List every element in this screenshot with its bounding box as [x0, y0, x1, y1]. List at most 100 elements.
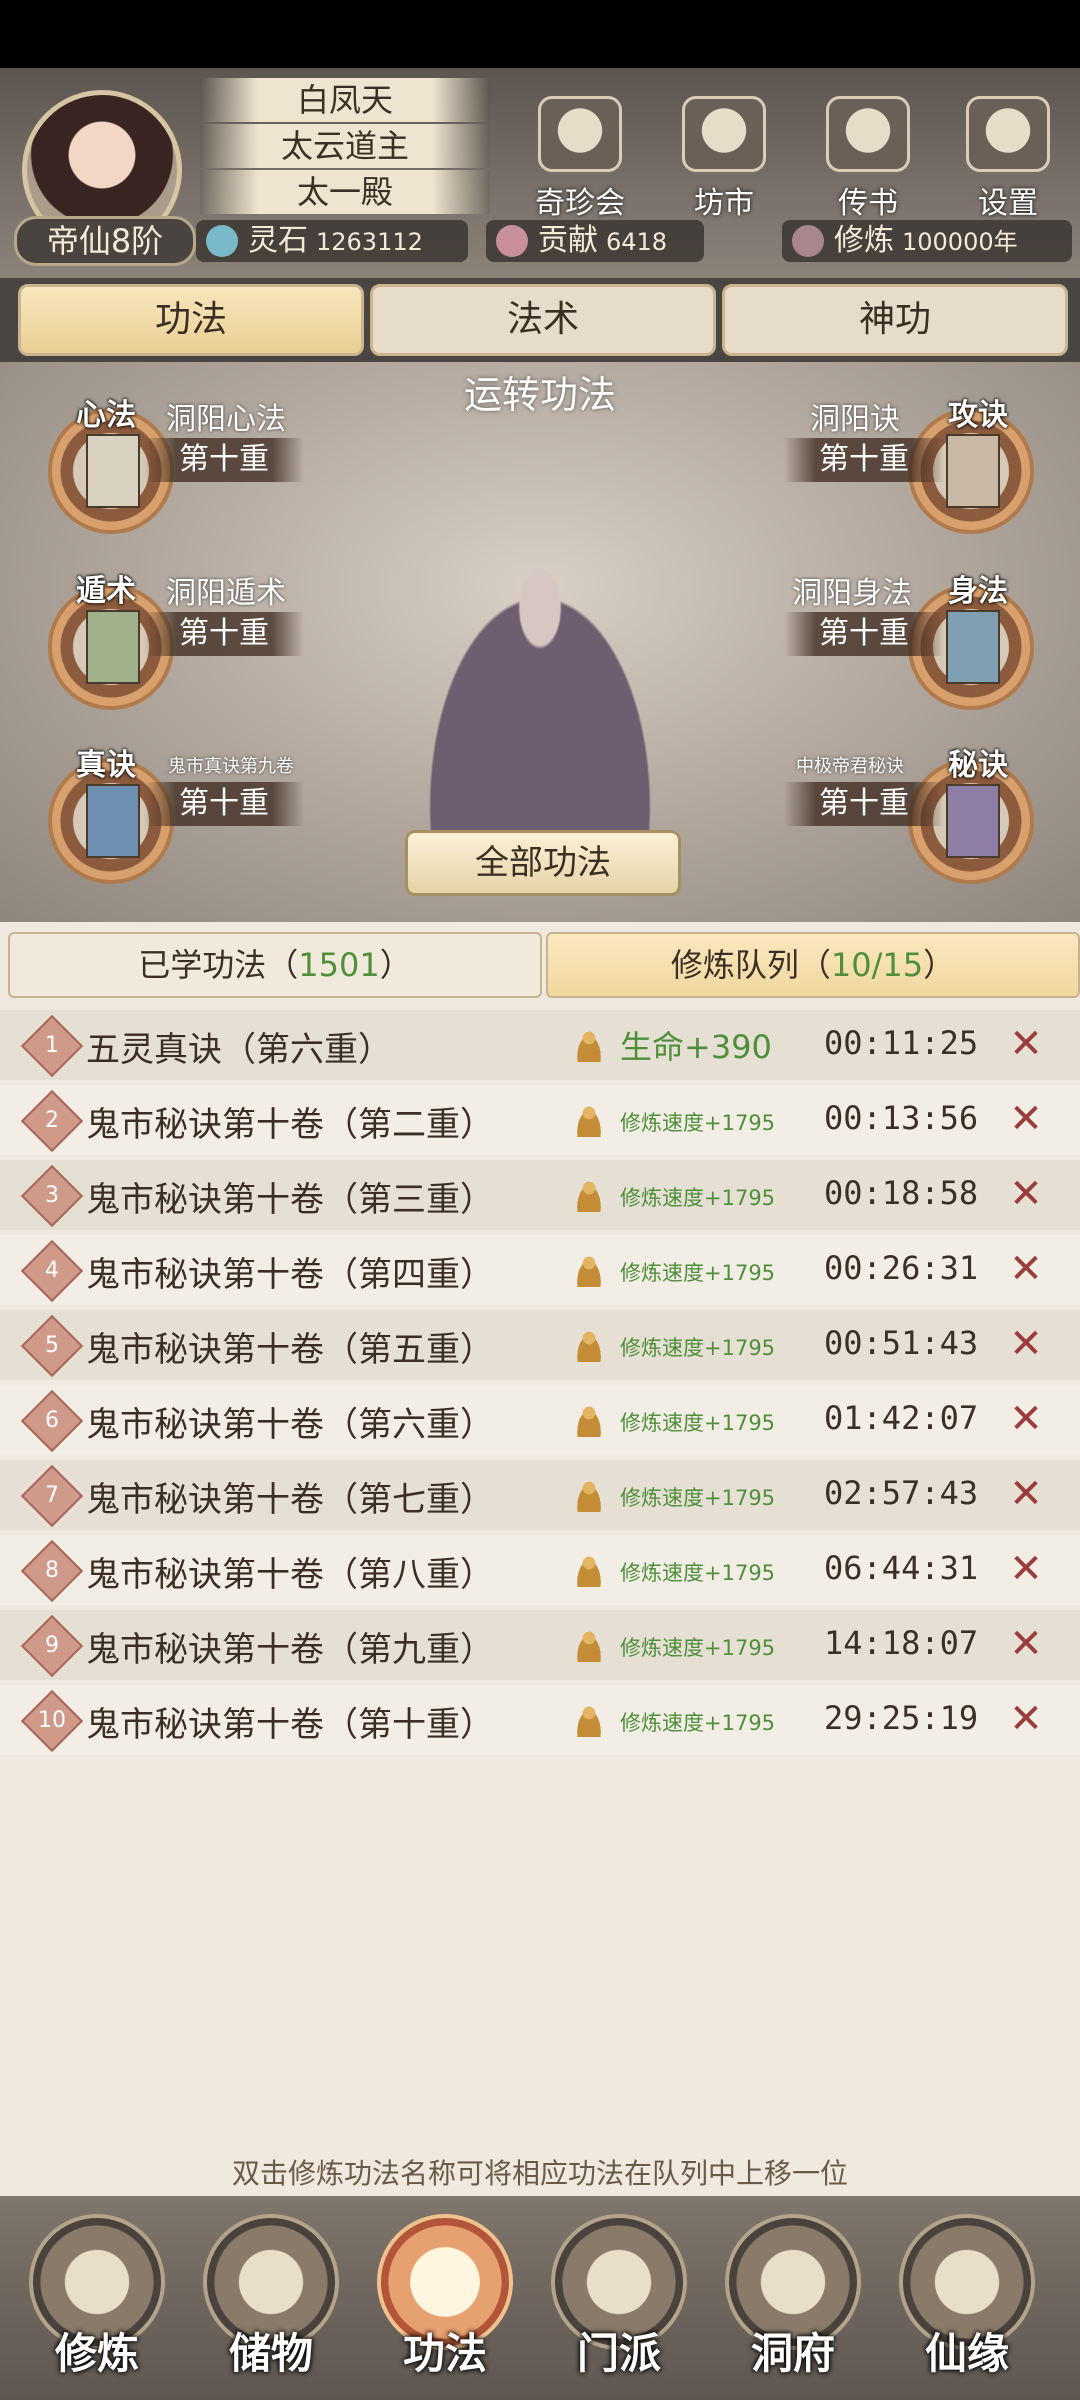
market-button[interactable]: 坊市 [664, 96, 784, 226]
resource-label: 修炼 [834, 223, 894, 258]
menu-label: 设置 [978, 186, 1038, 221]
queue-technique-name[interactable]: 鬼市秘诀第十卷（第二重） [86, 1097, 494, 1146]
resource-value: 100000年 [902, 228, 1018, 256]
queue-number-badge: 8 [20, 1539, 84, 1603]
queue-row[interactable]: 8 鬼市秘诀第十卷（第八重） 修炼速度+1795 06:44:31 ✕ [0, 1535, 1080, 1605]
queue-number: 5 [45, 1333, 59, 1358]
queue-row[interactable]: 1 五灵真诀（第六重） 生命+390 00:11:25 ✕ [0, 1010, 1080, 1080]
remove-from-queue-icon[interactable]: ✕ [1006, 1322, 1046, 1366]
market-icon [682, 96, 766, 172]
queue-technique-name[interactable]: 鬼市秘诀第十卷（第五重） [86, 1322, 494, 1371]
queue-number: 2 [45, 1108, 59, 1133]
queue-technique-name[interactable]: 鬼市秘诀第十卷（第九重） [86, 1622, 494, 1671]
learned-label: 已学功法 [138, 946, 267, 984]
queue-technique-name[interactable]: 鬼市秘诀第十卷（第十重） [86, 1697, 494, 1746]
tab-cultivation-queue[interactable]: 修炼队列（10/15） [546, 932, 1080, 998]
nav-label: 储物 [228, 2329, 313, 2378]
contribution-counter[interactable]: 贡献 6418 [486, 220, 704, 262]
queue-row[interactable]: 9 鬼市秘诀第十卷（第九重） 修炼速度+1795 14:18:07 ✕ [0, 1610, 1080, 1680]
queue-row[interactable]: 5 鬼市秘诀第十卷（第五重） 修炼速度+1795 00:51:43 ✕ [0, 1310, 1080, 1380]
nav-label: 修炼 [54, 2329, 139, 2378]
queue-number-badge: 9 [20, 1614, 84, 1678]
tab-divine-art[interactable]: 神功 [722, 284, 1068, 356]
queue-bonus: 修炼速度+1795 [620, 1336, 776, 1360]
queue-technique-name[interactable]: 鬼市秘诀第十卷（第八重） [86, 1547, 494, 1596]
all-techniques-button[interactable]: 全部功法 [405, 830, 681, 896]
nav-label: 洞府 [750, 2329, 835, 2378]
queue-bonus: 修炼速度+1795 [620, 1711, 776, 1735]
book-icon [86, 784, 140, 858]
queue-bonus: 修炼速度+1795 [620, 1111, 776, 1135]
treasure-pavilion-button[interactable]: 奇珍会 [520, 96, 640, 226]
queue-row[interactable]: 10 鬼市秘诀第十卷（第十重） 修炼速度+1795 29:25:19 ✕ [0, 1685, 1080, 1755]
queue-number: 1 [45, 1033, 59, 1058]
queue-technique-name[interactable]: 鬼市秘诀第十卷（第三重） [86, 1172, 494, 1221]
letter-button[interactable]: 传书 [808, 96, 928, 226]
treasure-pavilion-icon [538, 96, 622, 172]
skill-level: 第十重 [784, 438, 944, 482]
menu-label: 奇珍会 [535, 186, 625, 221]
spirit-stone-counter[interactable]: 灵石 1263112 [196, 220, 468, 262]
nav-storage[interactable]: 储物 [196, 2214, 346, 2394]
nav-cave-abode[interactable]: 洞府 [718, 2214, 868, 2394]
remove-from-queue-icon[interactable]: ✕ [1006, 1247, 1046, 1291]
queue-number-badge: 4 [20, 1239, 84, 1303]
remove-from-queue-icon[interactable]: ✕ [1006, 1472, 1046, 1516]
queue-technique-name[interactable]: 鬼市秘诀第十卷（第六重） [86, 1397, 494, 1446]
skill-level: 第十重 [144, 612, 304, 656]
queue-row[interactable]: 7 鬼市秘诀第十卷（第七重） 修炼速度+1795 02:57:43 ✕ [0, 1460, 1080, 1530]
meditation-icon [574, 1405, 604, 1437]
resource-value: 1263112 [316, 228, 423, 256]
skill-name: 洞阳身法 [792, 576, 912, 611]
queue-number: 3 [45, 1183, 59, 1208]
player-header: 帝仙8阶 白凤天 太云道主 太一殿 奇珍会 坊市 传书 设置 灵石 1263112… [0, 68, 1080, 278]
remove-from-queue-icon[interactable]: ✕ [1006, 1022, 1046, 1066]
nav-immortal-fate[interactable]: 仙缘 [892, 2214, 1042, 2394]
skill-name: 中极帝君秘诀 [796, 756, 904, 777]
queue-number: 10 [38, 1708, 66, 1733]
remove-from-queue-icon[interactable]: ✕ [1006, 1097, 1046, 1141]
queue-row[interactable]: 6 鬼市秘诀第十卷（第六重） 修炼速度+1795 01:42:07 ✕ [0, 1385, 1080, 1455]
queue-row[interactable]: 4 鬼市秘诀第十卷（第四重） 修炼速度+1795 00:26:31 ✕ [0, 1235, 1080, 1305]
tab-learned-techniques[interactable]: 已学功法（1501） [8, 932, 542, 998]
queue-number: 9 [45, 1633, 59, 1658]
remove-from-queue-icon[interactable]: ✕ [1006, 1697, 1046, 1741]
avatar-frame[interactable]: 帝仙8阶 [8, 86, 196, 266]
queue-technique-name[interactable]: 鬼市秘诀第十卷（第四重） [86, 1247, 494, 1296]
queue-timer: 29:25:19 [824, 1699, 979, 1737]
queue-number: 4 [45, 1258, 59, 1283]
book-icon [946, 434, 1000, 508]
resource-value: 6418 [606, 228, 668, 256]
panel-title: 运转功法 [463, 373, 616, 417]
contribution-icon [496, 225, 528, 257]
remove-from-queue-icon[interactable]: ✕ [1006, 1547, 1046, 1591]
remove-from-queue-icon[interactable]: ✕ [1006, 1397, 1046, 1441]
settings-button[interactable]: 设置 [948, 96, 1068, 226]
meditation-icon [574, 1705, 604, 1737]
queue-timer: 00:51:43 [824, 1324, 979, 1362]
queue-row[interactable]: 2 鬼市秘诀第十卷（第二重） 修炼速度+1795 00:13:56 ✕ [0, 1085, 1080, 1155]
meditation-icon [574, 1630, 604, 1662]
cultivation-counter[interactable]: 修炼 100000年 [782, 220, 1072, 262]
remove-from-queue-icon[interactable]: ✕ [1006, 1172, 1046, 1216]
nav-label: 门派 [576, 2329, 661, 2378]
skill-name: 鬼市真诀第九卷 [168, 756, 294, 777]
queue-technique-name[interactable]: 五灵真诀（第六重） [86, 1022, 392, 1071]
tab-spell[interactable]: 法术 [370, 284, 716, 356]
skill-name: 洞阳诀 [810, 402, 900, 437]
queue-row[interactable]: 3 鬼市秘诀第十卷（第三重） 修炼速度+1795 00:18:58 ✕ [0, 1160, 1080, 1230]
queue-timer: 00:13:56 [824, 1099, 979, 1137]
queue-timer: 00:11:25 [824, 1024, 979, 1062]
learned-count: 1501 [298, 946, 380, 984]
queue-technique-name[interactable]: 鬼市秘诀第十卷（第七重） [86, 1472, 494, 1521]
book-icon [86, 610, 140, 684]
tab-technique[interactable]: 功法 [18, 284, 364, 356]
menu-label: 传书 [838, 186, 898, 221]
nav-sect[interactable]: 门派 [544, 2214, 694, 2394]
slot-type-label: 攻诀 [948, 398, 1008, 433]
resource-label: 灵石 [248, 223, 308, 258]
bottom-navigation: 修炼 储物 功法 门派 洞府 仙缘 [0, 2196, 1080, 2400]
nav-technique[interactable]: 功法 [370, 2214, 520, 2394]
nav-cultivate[interactable]: 修炼 [22, 2214, 172, 2394]
remove-from-queue-icon[interactable]: ✕ [1006, 1622, 1046, 1666]
